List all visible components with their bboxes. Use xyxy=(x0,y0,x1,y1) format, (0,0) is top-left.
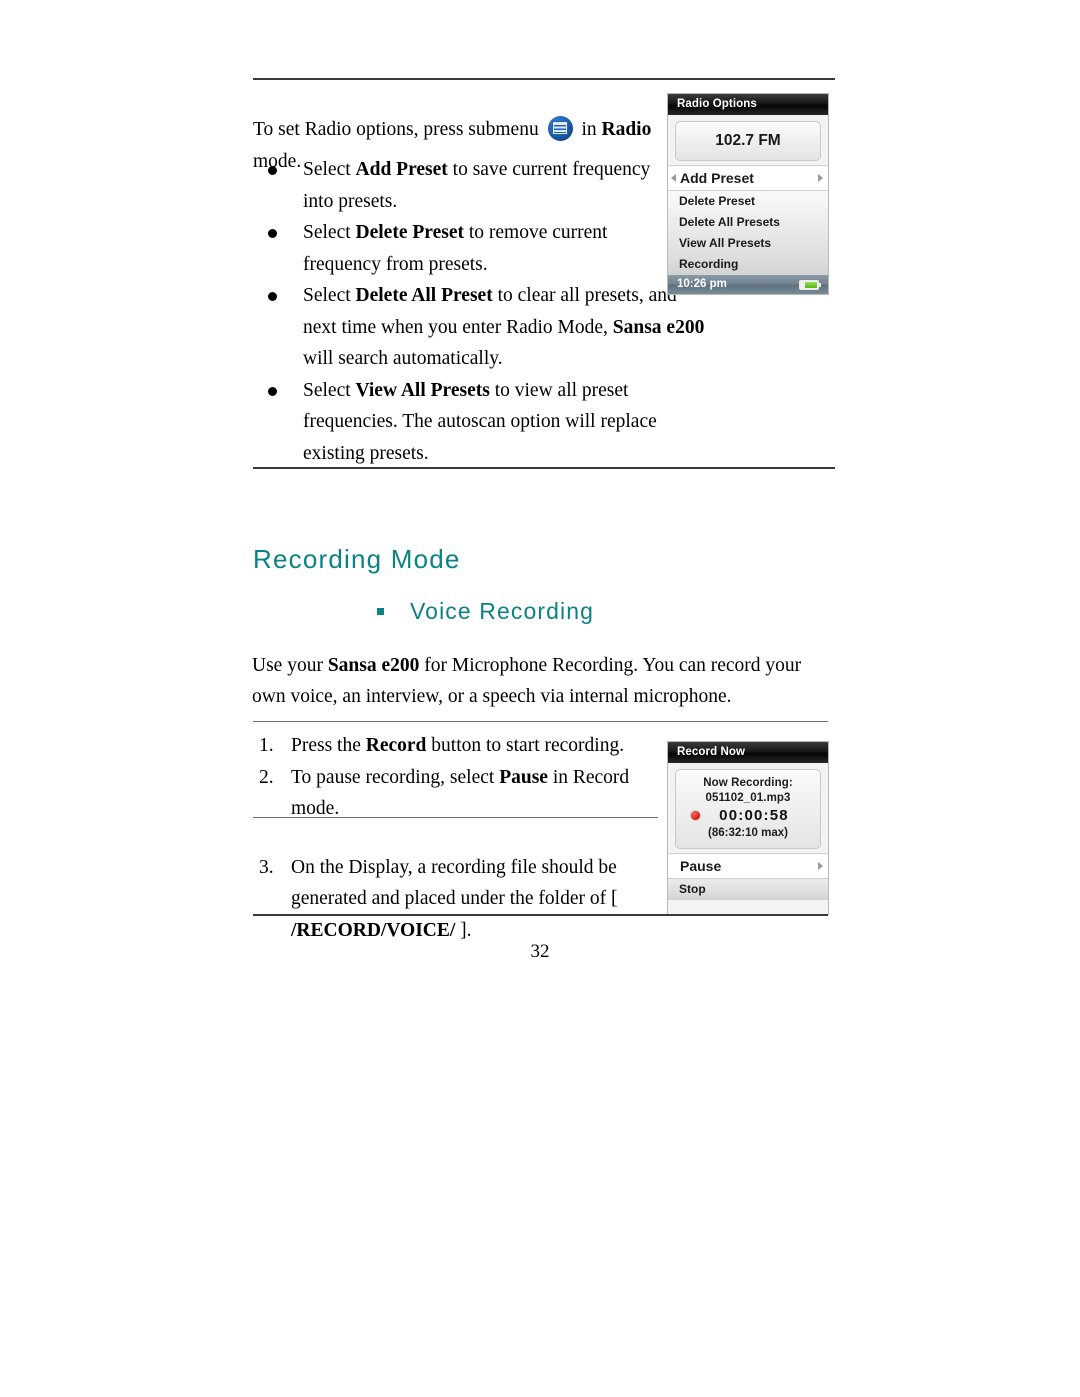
list-item: Select View All Presets to view all pres… xyxy=(253,375,713,470)
menu-item-view-all-presets[interactable]: View All Presets xyxy=(668,233,828,254)
menu-item-delete-all-presets[interactable]: Delete All Presets xyxy=(668,212,828,233)
device-title: Record Now xyxy=(668,742,828,763)
device-status-bar: 10:26 pm xyxy=(668,275,828,294)
voice-recording-paragraph: Use your Sansa e200 for Microphone Recor… xyxy=(252,654,802,707)
intro-text-before-icon: To set Radio options, press submenu xyxy=(253,118,539,140)
list-item: Select Add Preset to save current freque… xyxy=(253,154,658,217)
menu-item-stop[interactable]: Stop xyxy=(668,879,828,900)
page-title: Recording Mode xyxy=(253,544,461,574)
menu-item-label: Delete Preset xyxy=(679,194,756,208)
step-number: 1. xyxy=(259,735,274,756)
chevron-right-icon xyxy=(818,174,823,182)
status-time: 10:26 pm xyxy=(677,278,727,290)
intro-text-in: in xyxy=(581,118,602,140)
menu-item-label: Recording xyxy=(679,257,739,271)
menu-item-label: Add Preset xyxy=(680,170,754,186)
list-item: 1. Press the Record button to start recor… xyxy=(253,730,653,762)
radio-device-menu: Add Preset Delete Preset Delete All Pres… xyxy=(668,165,828,275)
record-device-menu: Pause Stop xyxy=(668,853,828,900)
section-subtitle: Voice Recording xyxy=(377,598,594,625)
step-number: 2. xyxy=(259,766,274,788)
menu-item-label: View All Presets xyxy=(679,236,772,250)
square-bullet-icon xyxy=(377,608,384,615)
list-item: 2. To pause recording, select Pause in Re… xyxy=(253,762,653,825)
menu-item-label: Stop xyxy=(679,882,706,896)
elapsed-time: 00:00:58 xyxy=(678,806,818,825)
recording-filename: 051102_01.mp3 xyxy=(705,792,791,804)
submenu-icon xyxy=(547,115,573,141)
steps-table-middle-rule xyxy=(253,817,658,818)
menu-item-delete-preset[interactable]: Delete Preset xyxy=(668,191,828,212)
list-item: 3. On the Display, a recording file shoul… xyxy=(253,852,653,947)
record-dot-icon xyxy=(690,810,701,821)
document-page: To set Radio options, press submenu in R… xyxy=(0,0,1080,1397)
steps-table-top-rule xyxy=(253,721,828,722)
table-bottom-rule xyxy=(253,467,835,469)
elapsed-time-value: 00:00:58 xyxy=(719,807,789,824)
frequency-display: 102.7 FM xyxy=(675,121,821,161)
page-number: 32 xyxy=(530,941,550,962)
radio-options-bullet-list: Select Add Preset to save current freque… xyxy=(253,154,704,469)
recording-info-box: Now Recording: 051102_01.mp3 00:00:58 (8… xyxy=(675,769,821,849)
step-number: 3. xyxy=(259,856,274,878)
record-now-device-screen: Record Now Now Recording: 051102_01.mp3 … xyxy=(668,742,828,914)
menu-item-recording[interactable]: Recording xyxy=(668,254,828,275)
device-title: Radio Options xyxy=(668,94,828,115)
list-item: Select Delete Preset to remove current f… xyxy=(253,217,658,280)
max-time-label: (86:32:10 max) xyxy=(708,827,788,839)
now-recording-label: Now Recording: xyxy=(703,777,793,789)
battery-icon xyxy=(799,280,821,290)
intro-text-radio-bold: Radio xyxy=(601,118,652,140)
table-top-rule xyxy=(253,78,835,80)
menu-item-add-preset[interactable]: Add Preset xyxy=(668,165,828,191)
list-item: Select Delete All Preset to clear all pr… xyxy=(253,280,713,375)
section-subtitle-label: Voice Recording xyxy=(410,598,594,624)
radio-options-device-screen: Radio Options 102.7 FM Add Preset Delete… xyxy=(668,94,828,294)
menu-item-label: Pause xyxy=(680,858,722,874)
chevron-left-icon xyxy=(671,174,676,182)
menu-item-label: Delete All Presets xyxy=(679,215,780,229)
menu-item-pause[interactable]: Pause xyxy=(668,853,828,879)
steps-table-bottom-rule xyxy=(253,914,828,916)
chevron-right-icon xyxy=(818,862,823,870)
